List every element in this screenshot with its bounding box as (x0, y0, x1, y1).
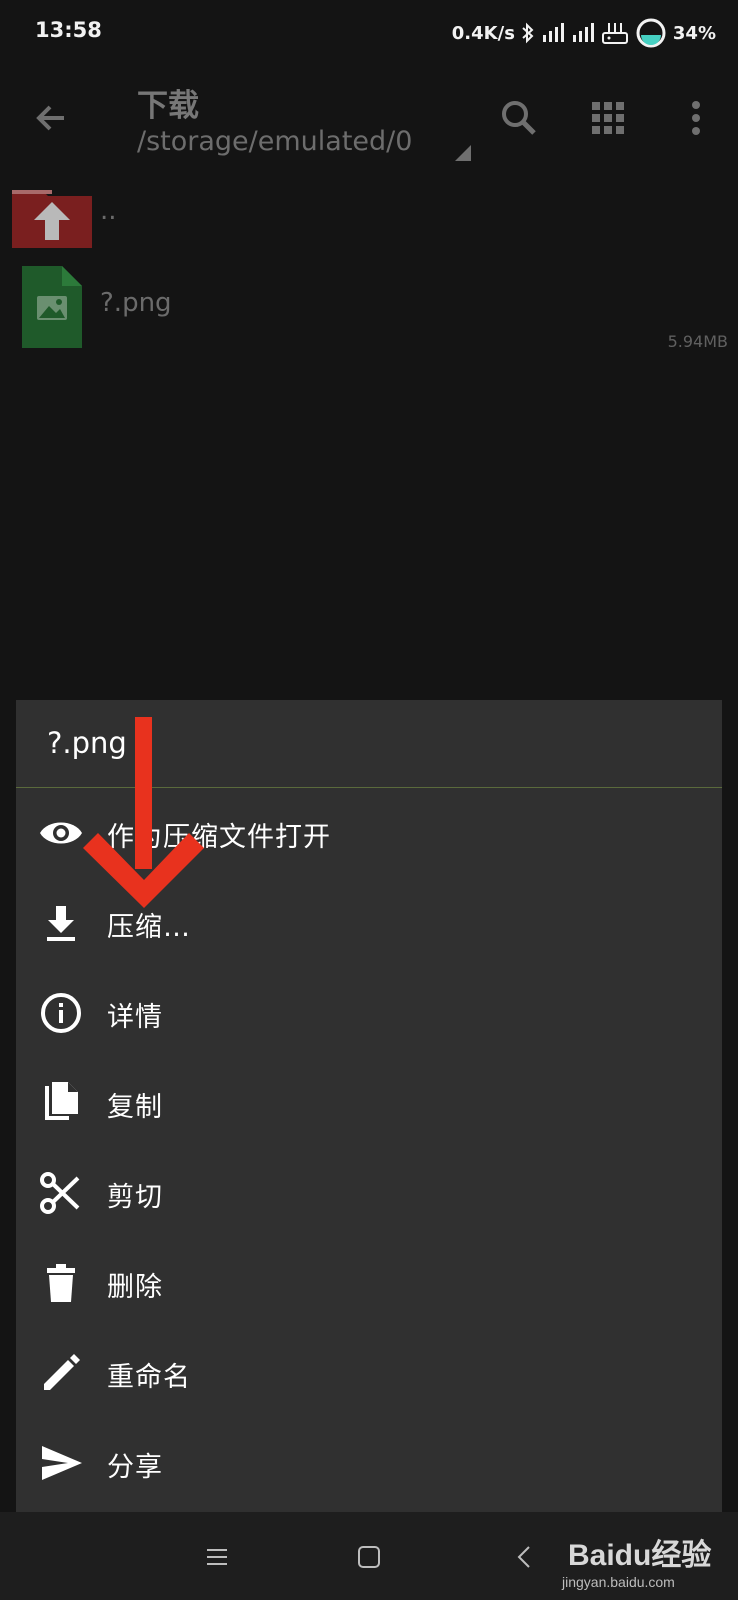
menu-item-share[interactable]: 分享 (16, 1418, 722, 1508)
menu-label: 压缩… (107, 912, 191, 943)
menu-label: 详情 (107, 1002, 163, 1033)
page-title: 下载 (137, 88, 199, 124)
send-icon (38, 1440, 84, 1486)
file-size: 5.94MB (667, 332, 728, 351)
status-bar: 13:58 0.4K/s 34% (0, 0, 738, 66)
more-vert-icon[interactable] (674, 96, 718, 140)
menu-item-open-as-archive[interactable]: 作为压缩文件打开 (16, 788, 722, 878)
menu-label: 删除 (107, 1272, 163, 1303)
battery-percent: 34% (672, 22, 716, 44)
menu-label: 剪切 (107, 1182, 163, 1213)
back-arrow-icon[interactable] (30, 96, 74, 140)
trash-icon (38, 1260, 84, 1306)
path-breadcrumb[interactable]: /storage/emulated/0 (137, 126, 412, 157)
watermark-brand: Baidu经验 (568, 1539, 712, 1572)
baidu-watermark: Baidu经验 jingyan.baidu.com (562, 1530, 732, 1594)
file-name: ?.png (100, 288, 172, 318)
folder-up-icon (12, 182, 92, 252)
menu-label: 重命名 (107, 1362, 191, 1393)
sheet-title: ?.png (47, 726, 127, 760)
pencil-icon (38, 1350, 84, 1396)
battery-icon (635, 17, 667, 49)
sheet-header: ?.png (16, 700, 722, 787)
context-menu-sheet: ?.png 作为压缩文件打开 压缩… 详情 复制 剪切 删除 重命名 分享 (16, 700, 722, 1512)
menu-item-details[interactable]: 详情 (16, 968, 722, 1058)
copy-icon (38, 1080, 84, 1126)
path-dropdown-icon[interactable] (454, 144, 472, 166)
grid-view-icon[interactable] (586, 96, 630, 140)
menu-label: 作为压缩文件打开 (107, 822, 331, 853)
image-file-icon (22, 266, 82, 352)
list-item[interactable]: .. (0, 178, 738, 258)
menu-item-cut[interactable]: 剪切 (16, 1148, 722, 1238)
menu-icon[interactable] (202, 1542, 232, 1572)
net-speed: 0.4K/s (451, 22, 515, 44)
list-item[interactable]: ?.png 5.94MB (0, 266, 738, 352)
app-bar: 下载 /storage/emulated/0 (0, 66, 738, 176)
back-chevron-icon[interactable] (510, 1542, 540, 1572)
file-name: .. (100, 196, 117, 226)
watermark-url: jingyan.baidu.com (562, 1574, 675, 1590)
bluetooth-icon (521, 22, 535, 44)
search-icon[interactable] (497, 96, 541, 140)
menu-item-delete[interactable]: 删除 (16, 1238, 722, 1328)
download-icon (38, 900, 84, 946)
info-icon (38, 990, 84, 1036)
status-indicators: 0.4K/s 34% (452, 16, 716, 50)
nav-bar: Baidu经验 jingyan.baidu.com (0, 1512, 738, 1600)
menu-item-copy[interactable]: 复制 (16, 1058, 722, 1148)
status-time: 13:58 (35, 18, 102, 42)
menu-item-compress[interactable]: 压缩… (16, 878, 722, 968)
menu-label: 复制 (107, 1092, 163, 1123)
eye-icon (38, 810, 84, 856)
home-square-icon[interactable] (354, 1542, 384, 1572)
signal-icon (541, 22, 565, 44)
menu-item-rename[interactable]: 重命名 (16, 1328, 722, 1418)
scissors-icon (38, 1170, 84, 1216)
router-icon (601, 20, 629, 46)
menu-label: 分享 (107, 1452, 163, 1483)
signal-icon (571, 22, 595, 44)
